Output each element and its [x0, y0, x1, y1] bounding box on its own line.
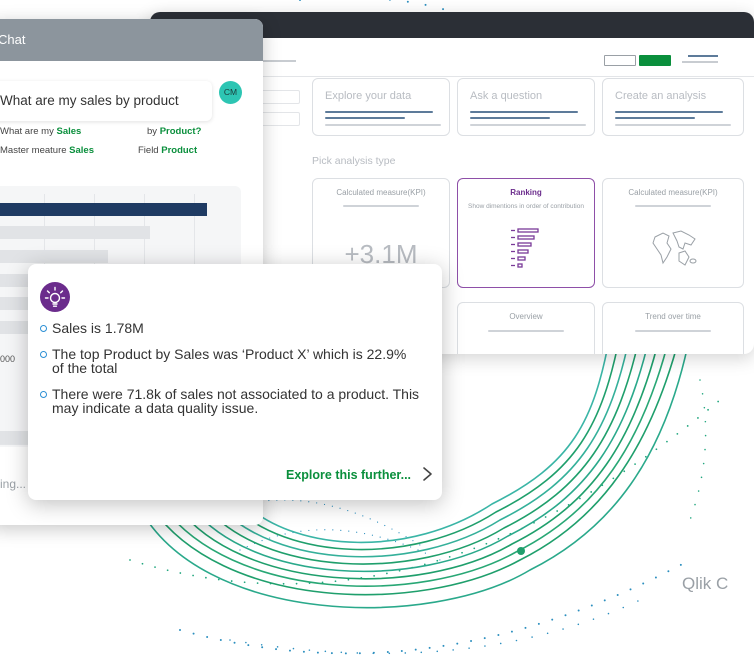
token-prefix: What are my	[0, 126, 57, 137]
toolbar-placeholder-line	[260, 60, 296, 62]
bullet-dot	[40, 391, 47, 398]
placeholder-line	[470, 111, 578, 113]
type-card-ranking[interactable]: Ranking Show dimentions in order of cont…	[457, 178, 595, 288]
action-card-title: Create an analysis	[615, 90, 707, 102]
chevron-right-icon[interactable]	[420, 466, 434, 482]
action-card-create[interactable]: Create an analysis	[602, 78, 744, 136]
funnel-ranking-icon	[511, 228, 539, 268]
bullet-dot	[40, 325, 47, 332]
chat-header: Chat	[0, 19, 263, 61]
menu-icon-line	[682, 61, 718, 63]
token-term[interactable]: Sales	[57, 126, 82, 137]
lightbulb-insight-icon	[40, 282, 70, 312]
type-card-title: Calculated measure(KPI)	[336, 188, 426, 197]
placeholder-line	[615, 117, 695, 119]
token-term[interactable]: Product?	[160, 126, 202, 137]
token-prefix: Master meature	[0, 145, 70, 156]
placeholder-line	[470, 124, 586, 126]
left-placeholder-item	[260, 90, 300, 104]
token-right-1: by Product?	[147, 126, 201, 137]
type-card-subtitle: Show dimentions in order of contribution	[468, 203, 584, 210]
type-card-title: Overview	[509, 312, 543, 321]
insight-item: There were 71.8k of sales not associated…	[40, 387, 420, 415]
token-prefix: by	[147, 126, 160, 137]
token-term[interactable]: Product	[161, 145, 197, 156]
insight-list: Sales is 1.78M The top Product by Sales …	[40, 321, 420, 427]
placeholder-line	[325, 117, 405, 119]
action-card-ask[interactable]: Ask a question	[457, 78, 595, 136]
axis-tick-label: 000	[0, 354, 16, 364]
action-card-explore[interactable]: Explore your data	[312, 78, 450, 136]
bar-product[interactable]	[0, 203, 207, 216]
insight-text: There were 71.8k of sales not associated…	[52, 386, 420, 416]
type-card-overview[interactable]: Overview	[457, 302, 595, 354]
chat-title: Chat	[0, 32, 26, 47]
action-card-title: Explore your data	[325, 90, 412, 102]
token-left-1: What are my Sales	[0, 126, 81, 137]
token-left-2: Master meature Sales	[0, 145, 94, 156]
token-term[interactable]: Sales	[69, 145, 94, 156]
placeholder-line	[488, 330, 564, 332]
bar-product[interactable]	[0, 226, 150, 239]
insight-item: Sales is 1.78M	[40, 321, 420, 335]
placeholder-line	[635, 330, 711, 332]
toolbar-primary-button[interactable]	[639, 55, 671, 66]
question-bubble: What are my sales by product	[0, 81, 212, 121]
placeholder-line	[615, 111, 723, 113]
section-label: Pick analysis type	[312, 155, 396, 167]
left-column-placeholders	[260, 90, 300, 134]
type-card-trend[interactable]: Trend over time	[602, 302, 744, 354]
insight-item: The top Product by Sales was ‘Product X’…	[40, 347, 420, 375]
placeholder-line	[343, 205, 419, 207]
token-prefix: Field	[138, 145, 162, 156]
insight-text: The top Product by Sales was ‘Product X’…	[52, 346, 407, 376]
explore-link[interactable]: Explore this further...	[286, 468, 411, 482]
insight-text: Sales is 1.78M	[52, 320, 144, 336]
type-card-kpi-2[interactable]: Calculated measure(KPI)	[602, 178, 744, 288]
type-card-title: Calculated measure(KPI)	[628, 188, 718, 197]
type-card-title: Trend over time	[645, 312, 701, 321]
question-text: What are my sales by product	[0, 93, 179, 108]
insight-card: Sales is 1.78M The top Product by Sales …	[28, 264, 442, 500]
placeholder-line	[325, 124, 441, 126]
placeholder-line	[635, 205, 711, 207]
toolbar-outline-button[interactable]	[604, 55, 636, 66]
menu-icon[interactable]	[688, 55, 718, 57]
world-map-icon	[652, 230, 697, 266]
bar-product[interactable]	[0, 250, 108, 263]
type-card-title: Ranking	[510, 188, 542, 197]
chat-input[interactable]: ing...	[0, 477, 26, 491]
token-right-2: Field Product	[138, 145, 197, 156]
placeholder-line	[615, 124, 731, 126]
left-placeholder-item	[260, 112, 300, 126]
placeholder-line	[470, 117, 550, 119]
placeholder-line	[325, 111, 433, 113]
bullet-dot	[40, 351, 47, 358]
avatar[interactable]: CM	[219, 81, 242, 104]
brand-text: Qlik C	[682, 574, 729, 593]
action-card-title: Ask a question	[470, 90, 543, 102]
